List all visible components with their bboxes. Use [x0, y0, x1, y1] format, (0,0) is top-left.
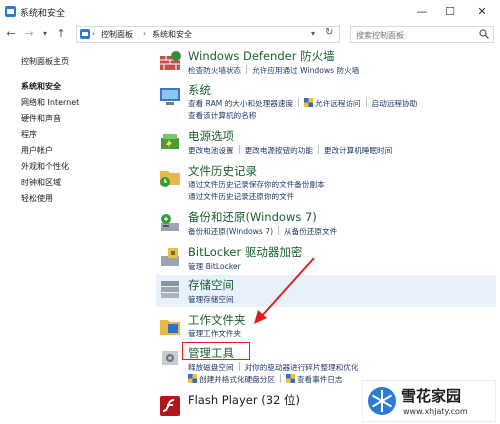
- watermark: 雪花家园 www.xhjaty.com: [362, 380, 496, 422]
- link-check-firewall[interactable]: 检查防火墙状态: [188, 66, 241, 75]
- backup-restore-icon: [161, 214, 179, 231]
- sidebar-item-network[interactable]: 网络和 Internet: [21, 97, 79, 108]
- entry-file-history: 文件历史记录 通过文件历史记录保存你的文件备份副本 通过文件历史记录还原你的文件: [156, 163, 496, 203]
- search-input[interactable]: [354, 28, 480, 42]
- breadcrumb-separator: ›: [143, 29, 147, 38]
- entry-title[interactable]: Flash Player (32 位): [188, 392, 300, 408]
- entry-links: 查看该计算机的名称: [188, 110, 256, 121]
- entry-title[interactable]: 备份和还原(Windows 7): [188, 209, 317, 225]
- link-sleep-time[interactable]: 更改计算机睡眠时间: [324, 146, 392, 155]
- sidebar-item-appearance[interactable]: 外观和个性化: [21, 161, 69, 172]
- entry-title[interactable]: 存储空间: [188, 277, 234, 293]
- search-icon[interactable]: [479, 29, 489, 39]
- entry-links: 管理工作文件夹: [188, 328, 241, 339]
- link-manage-work-folders[interactable]: 管理工作文件夹: [188, 329, 241, 338]
- work-folders-icon: [160, 320, 180, 335]
- entry-links: 释放磁盘空间 对你的驱动器进行碎片整理和优化: [188, 362, 358, 373]
- entry-system: 系统 查看 RAM 的大小和处理器速度 允许远程访问 启动远程协助 查看该计算机的名…: [156, 82, 496, 122]
- storage-spaces-icon: [161, 281, 179, 298]
- snowflake-logo-icon: [368, 387, 396, 415]
- bitlocker-icon: [161, 248, 179, 266]
- refresh-icon[interactable]: ↻: [325, 27, 333, 38]
- entry-bitlocker: BitLocker 驱动器加密 管理 BitLocker: [156, 244, 496, 274]
- minimize-button[interactable]: —: [408, 0, 436, 24]
- entry-firewall: Windows Defender 防火墙 检查防火墙状态 允许应用通过 Windo…: [156, 48, 496, 78]
- file-history-icon: [160, 171, 180, 187]
- link-event-logs[interactable]: 查看事件日志: [297, 375, 343, 384]
- entry-links: 更改电池设置 更改电源按钮的功能 更改计算机睡眠时间: [188, 145, 392, 156]
- forward-icon[interactable]: →: [22, 26, 36, 42]
- breadcrumb-separator: ›: [92, 29, 96, 38]
- entry-work-folders: 工作文件夹 管理工作文件夹: [156, 312, 496, 342]
- link-disk-cleanup[interactable]: 释放磁盘空间: [188, 363, 234, 372]
- search-box[interactable]: [350, 26, 494, 43]
- shield-icon: [304, 98, 314, 107]
- entry-links: 管理存储空间: [188, 294, 234, 305]
- entry-links: 创建并格式化硬盘分区 查看事件日志: [188, 374, 343, 385]
- entry-power: 电源选项 更改电池设置 更改电源按钮的功能 更改计算机睡眠时间: [156, 128, 496, 158]
- entry-links: 检查防火墙状态 允许应用通过 Windows 防火墙: [188, 65, 359, 76]
- entry-links: 通过文件历史记录还原你的文件: [188, 191, 294, 202]
- breadcrumb-control-panel[interactable]: 控制面板: [101, 29, 133, 40]
- link-computer-name[interactable]: 查看该计算机的名称: [188, 111, 256, 120]
- sidebar-item-programs[interactable]: 程序: [21, 129, 37, 140]
- entry-storage-spaces: 存储空间 管理存储空间: [156, 275, 496, 307]
- sidebar-item-hardware[interactable]: 硬件和声音: [21, 113, 61, 124]
- address-dropdown-icon[interactable]: ▾: [311, 29, 315, 38]
- highlight-box: [182, 342, 250, 360]
- link-backup-restore[interactable]: 备份和还原(Windows 7): [188, 227, 273, 236]
- address-bar[interactable]: › 控制面板 › 系统和安全 ▾ ↻: [76, 26, 340, 43]
- link-view-ram[interactable]: 查看 RAM 的大小和处理器速度: [188, 99, 293, 108]
- link-allow-apps[interactable]: 允许应用通过 Windows 防火墙: [252, 66, 359, 75]
- entry-title[interactable]: 文件历史记录: [188, 163, 257, 179]
- sidebar-item-ease-of-access[interactable]: 轻松使用: [21, 193, 53, 204]
- control-panel-icon: [80, 29, 90, 39]
- entry-title[interactable]: 系统: [188, 82, 211, 98]
- entry-links: 通过文件历史记录保存你的文件备份副本: [188, 179, 325, 190]
- shield-icon: [188, 374, 197, 383]
- link-remote-assist[interactable]: 启动远程协助: [372, 99, 418, 108]
- link-manage-storage[interactable]: 管理存储空间: [188, 295, 234, 304]
- close-button[interactable]: ✕: [468, 0, 496, 24]
- back-icon[interactable]: ←: [4, 26, 18, 42]
- control-panel-icon: [5, 6, 16, 17]
- link-save-backup[interactable]: 通过文件历史记录保存你的文件备份副本: [188, 180, 325, 189]
- sidebar-item-system-security[interactable]: 系统和安全: [21, 81, 61, 92]
- link-power-button[interactable]: 更改电源按钮的功能: [245, 146, 313, 155]
- sidebar-item-user-accounts[interactable]: 用户帐户: [21, 145, 53, 156]
- sidebar-home-link[interactable]: 控制面板主页: [21, 56, 69, 67]
- link-battery-settings[interactable]: 更改电池设置: [188, 146, 234, 155]
- up-icon[interactable]: ↑: [54, 26, 68, 42]
- link-restore-from-backup[interactable]: 从备份还原文件: [284, 227, 337, 236]
- title-bar: 系统和安全 — ☐ ✕: [0, 0, 500, 25]
- entry-links: 备份和还原(Windows 7) 从备份还原文件: [188, 226, 337, 237]
- watermark-url: www.xhjaty.com: [403, 407, 468, 416]
- recent-dropdown-icon[interactable]: ▾: [38, 26, 52, 42]
- entry-title[interactable]: 电源选项: [188, 128, 234, 144]
- window-title: 系统和安全: [20, 9, 66, 19]
- breadcrumb-system-security[interactable]: 系统和安全: [152, 29, 192, 40]
- link-defragment[interactable]: 对你的驱动器进行碎片整理和优化: [245, 363, 359, 372]
- power-icon: [161, 134, 179, 149]
- sidebar-item-clock-region[interactable]: 时钟和区域: [21, 177, 61, 188]
- entry-title[interactable]: 工作文件夹: [188, 312, 246, 328]
- entry-links: 查看 RAM 的大小和处理器速度 允许远程访问 启动远程协助: [188, 98, 417, 109]
- flash-player-icon: [160, 396, 180, 416]
- system-icon: [160, 88, 180, 105]
- entry-backup-restore: 备份和还原(Windows 7) 备份和还原(Windows 7) 从备份还原文件: [156, 209, 496, 239]
- shield-icon: [285, 374, 295, 383]
- link-remote-access[interactable]: 允许远程访问: [315, 99, 361, 108]
- link-format-partitions[interactable]: 创建并格式化硬盘分区: [199, 375, 275, 384]
- maximize-button[interactable]: ☐: [436, 0, 464, 24]
- annotation-arrow: [254, 257, 315, 324]
- link-manage-bitlocker[interactable]: 管理 BitLocker: [188, 262, 241, 271]
- navigation-bar: ← → ▾ ↑ › 控制面板 › 系统和安全 ▾ ↻: [0, 24, 500, 44]
- entry-links: 管理 BitLocker: [188, 261, 241, 272]
- link-restore-files[interactable]: 通过文件历史记录还原你的文件: [188, 192, 294, 201]
- admin-tools-icon: [162, 351, 178, 365]
- firewall-icon: [160, 51, 181, 70]
- watermark-name: 雪花家园: [401, 387, 462, 405]
- entry-title[interactable]: Windows Defender 防火墙: [188, 48, 335, 64]
